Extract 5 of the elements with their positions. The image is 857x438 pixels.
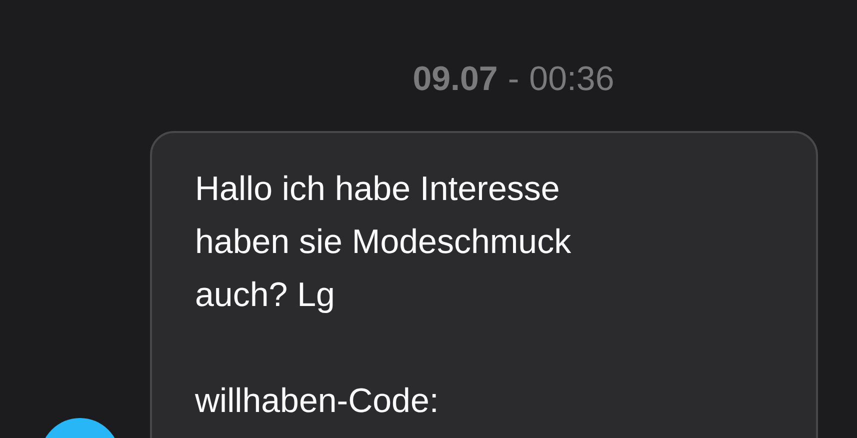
message-date: 09.07 (412, 59, 498, 100)
code-label: willhaben-Code: (195, 381, 440, 422)
message-time: 00:36 (529, 59, 614, 100)
date-separator: - (508, 59, 520, 100)
message-text: Hallo ich habe Interesse haben sie Modeschmuck auch? Lg (195, 169, 572, 316)
